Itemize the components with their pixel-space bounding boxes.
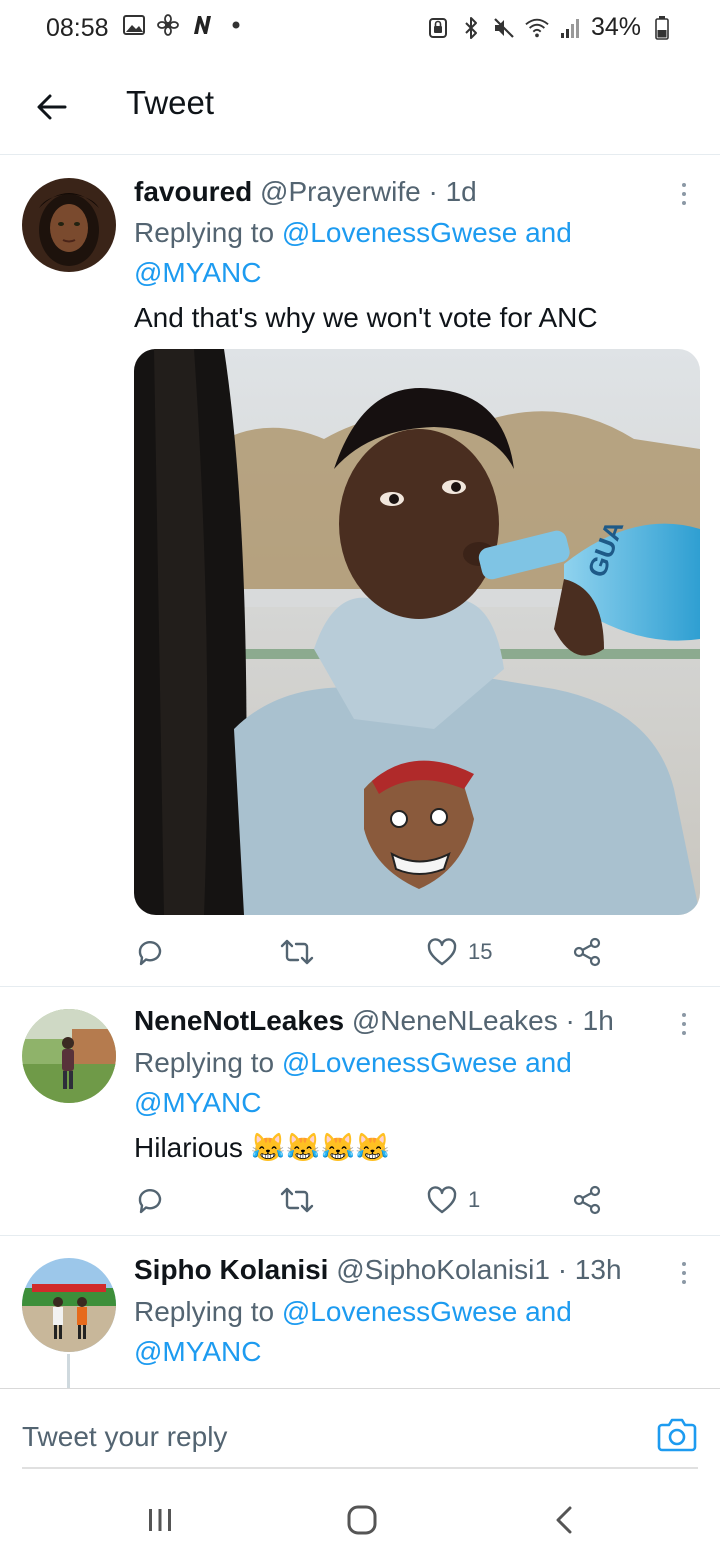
reply-underline: [22, 1467, 698, 1469]
replying-label: Replying to: [134, 1296, 282, 1327]
like-button[interactable]: 1: [426, 1180, 480, 1220]
tweet-time: · 13h: [557, 1254, 622, 1285]
wifi-icon: [525, 16, 549, 40]
replying-and[interactable]: and: [517, 1296, 572, 1327]
home-icon: [347, 1505, 377, 1535]
user-handle[interactable]: @Prayerwife: [260, 176, 421, 207]
replying-to: Replying to @LovenessGwese and @MYANC: [134, 213, 674, 293]
emoji-text: 😹😹😹😹: [250, 1132, 391, 1163]
avatar[interactable]: [22, 1009, 116, 1103]
tweet-header: favoured @Prayerwife · 1d: [134, 176, 477, 208]
like-button[interactable]: 15: [426, 932, 492, 972]
retweet-button[interactable]: [280, 932, 314, 972]
chevron-left-icon: [556, 1506, 572, 1534]
n-icon: [190, 13, 214, 37]
tweet[interactable]: favoured @Prayerwife · 1d Replying to @L…: [0, 156, 720, 987]
camera-icon: [657, 1418, 697, 1452]
status-time: 08:58: [46, 14, 109, 42]
tweet-text: And that's why we won't vote for ANC: [134, 302, 598, 333]
share-button[interactable]: [572, 1180, 602, 1220]
fan-icon: [156, 13, 180, 37]
user-handle[interactable]: @SiphoKolanisi1: [336, 1254, 550, 1285]
reply-icon: [138, 941, 162, 966]
signal-icon: [558, 16, 582, 40]
mention-link[interactable]: @MYANC: [134, 1087, 261, 1118]
tweet-header: Sipho Kolanisi @SiphoKolanisi1 · 13h: [134, 1254, 622, 1286]
lock-icon: [426, 16, 450, 40]
replying-and[interactable]: and: [517, 1047, 572, 1078]
share-icon: [573, 937, 601, 967]
display-name[interactable]: Sipho Kolanisi: [134, 1254, 328, 1285]
home-button[interactable]: [342, 1500, 382, 1540]
mention-link[interactable]: @MYANC: [134, 257, 261, 288]
more-options-button[interactable]: [672, 179, 696, 209]
tweet-actions: 15: [134, 932, 614, 972]
more-options-button[interactable]: [672, 1258, 696, 1288]
user-handle[interactable]: @NeneNLeakes: [352, 1005, 558, 1036]
tweet-time: · 1d: [428, 176, 477, 207]
retweet-icon: [280, 1187, 314, 1213]
bluetooth-icon: [459, 16, 483, 40]
heart-icon: [427, 1186, 457, 1214]
back-button[interactable]: [28, 83, 76, 131]
tweet-time: · 1h: [565, 1005, 614, 1036]
tweet[interactable]: NeneNotLeakes @NeneNLeakes · 1h Replying…: [0, 987, 720, 1236]
recent-apps-icon: [149, 1509, 171, 1531]
status-icons-right: 34%: [426, 13, 674, 42]
status-icons-left: [122, 13, 248, 37]
mention-link[interactable]: @LovenessGwese: [282, 217, 517, 248]
like-count: 15: [468, 939, 493, 964]
display-name[interactable]: NeneNotLeakes: [134, 1005, 344, 1036]
gallery-icon: [122, 13, 146, 37]
tweet-image[interactable]: GUA: [134, 349, 700, 915]
retweet-button[interactable]: [280, 1180, 314, 1220]
page-title: Tweet: [126, 84, 215, 121]
status-bar: 08:58 34%: [0, 0, 720, 58]
recent-apps-button[interactable]: [140, 1500, 180, 1540]
system-back-button[interactable]: [544, 1500, 584, 1540]
battery-percent: 34%: [590, 13, 641, 41]
retweet-icon: [280, 939, 314, 965]
system-nav-bar: [0, 1480, 720, 1560]
replying-to: Replying to @LovenessGwese and @MYANC: [134, 1292, 674, 1372]
heart-icon: [427, 938, 457, 966]
reply-button[interactable]: [134, 1180, 166, 1220]
tweet-text-content: Hilarious: [134, 1132, 243, 1163]
thread-line: [67, 1354, 70, 1388]
tweet[interactable]: Sipho Kolanisi @SiphoKolanisi1 · 13h Rep…: [0, 1236, 720, 1388]
share-icon: [573, 1185, 601, 1215]
mention-link[interactable]: @LovenessGwese: [282, 1047, 517, 1078]
avatar[interactable]: [22, 178, 116, 272]
mention-link[interactable]: @MYANC: [134, 1336, 261, 1367]
replying-to: Replying to @LovenessGwese and @MYANC: [134, 1043, 674, 1123]
more-options-button[interactable]: [672, 1009, 696, 1039]
tweet-text: Hilarious 😹😹😹😹: [134, 1131, 390, 1164]
arrow-left-icon: [37, 94, 67, 120]
battery-icon: [650, 15, 674, 40]
like-count: 1: [468, 1187, 481, 1212]
mention-link[interactable]: @LovenessGwese: [282, 1296, 517, 1327]
replying-and[interactable]: and: [517, 217, 572, 248]
reply-input[interactable]: [22, 1417, 622, 1457]
tweet-actions: 1: [134, 1180, 614, 1220]
header: Tweet: [0, 58, 720, 155]
camera-button[interactable]: [656, 1413, 698, 1455]
mute-icon: [492, 16, 516, 40]
avatar[interactable]: [22, 1258, 116, 1352]
reply-icon: [138, 1189, 162, 1214]
reply-bar: [0, 1388, 720, 1481]
tweet-header: NeneNotLeakes @NeneNLeakes · 1h: [134, 1005, 614, 1037]
replying-label: Replying to: [134, 217, 282, 248]
reply-button[interactable]: [134, 932, 166, 972]
display-name[interactable]: favoured: [134, 176, 252, 207]
replying-label: Replying to: [134, 1047, 282, 1078]
share-button[interactable]: [572, 932, 602, 972]
dot-icon: [224, 13, 248, 37]
